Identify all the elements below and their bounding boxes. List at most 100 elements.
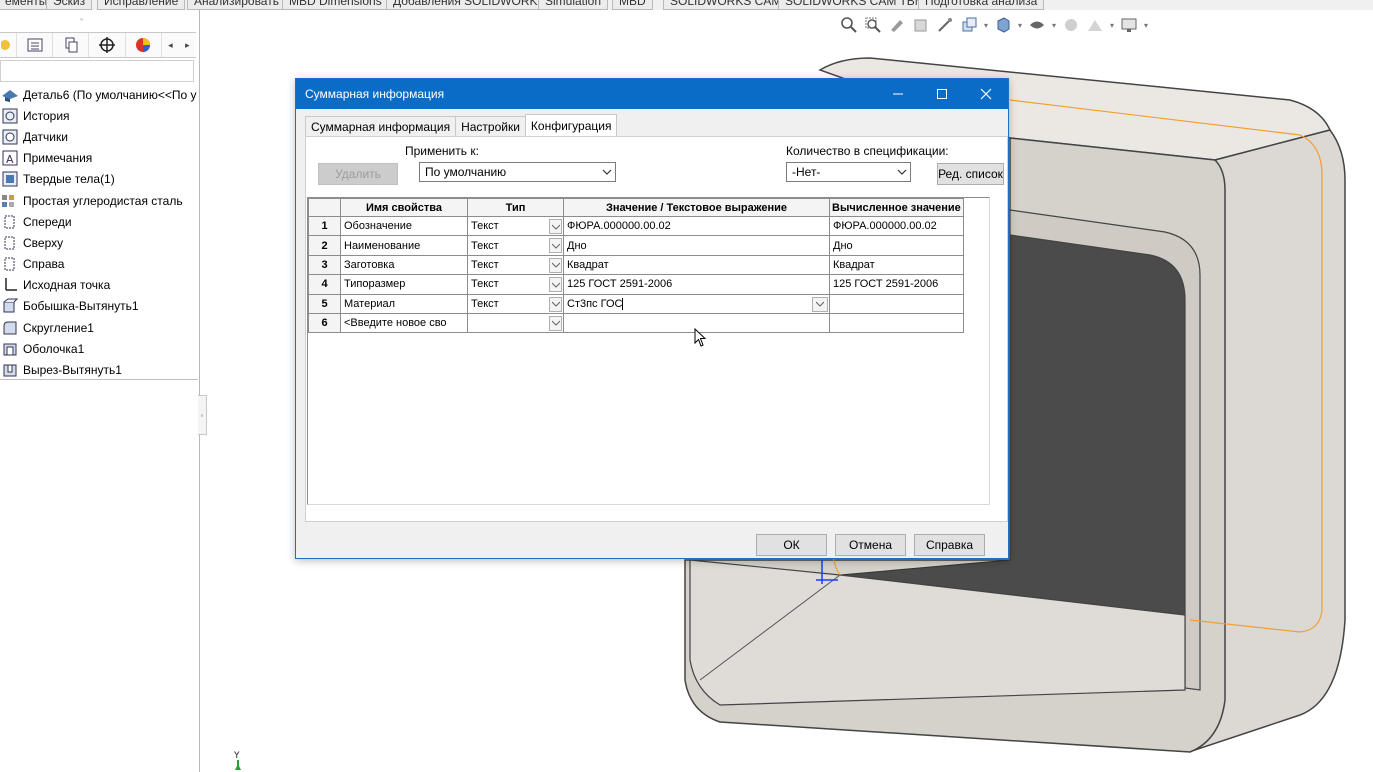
column-header[interactable]: Значение / Текстовое выражение [563,198,830,217]
dynamic-annotation-icon[interactable] [934,14,956,36]
dialog-title-bar[interactable]: Суммарная информация [296,79,1008,109]
configuration-manager-tab-icon[interactable] [53,33,90,57]
chevron-down-icon[interactable] [549,277,562,293]
tree-item-origin[interactable]: Исходная точка [0,275,198,296]
chevron-down-icon[interactable]: ▾ [1108,14,1116,36]
property-type-cell[interactable]: Текст [467,293,564,314]
ribbon-tab[interactable]: MBD [612,0,653,10]
tree-item-history[interactable]: История [0,105,198,126]
row-number[interactable]: 3 [308,254,341,276]
value-edit-text[interactable]: Ст3пс ГОС [567,298,622,310]
panel-collapse-handle[interactable]: ◦ [198,395,207,435]
tree-item-boss-extrude[interactable]: Бобышка-Вытянуть1 [0,296,198,317]
property-manager-tab-icon[interactable] [17,33,54,57]
ok-button[interactable]: ОК [756,534,827,556]
ribbon-tab[interactable]: Добавления SOLIDWORKS [386,0,553,10]
row-number[interactable]: 1 [308,215,341,237]
tab-scroll-right-icon[interactable]: ▸ [179,33,196,57]
ribbon-tab[interactable]: SOLIDWORKS CAM [663,0,789,10]
maximize-button[interactable] [920,79,964,109]
row-number[interactable]: 6 [308,312,341,334]
tree-item-sensors[interactable]: Датчики [0,126,198,147]
panel-grip-icon[interactable]: ◦ [80,14,83,24]
tab-configuration[interactable]: Конфигурация [524,114,618,136]
minimize-button[interactable] [876,79,920,109]
ribbon-tab[interactable]: Подготовка анализа [918,0,1045,10]
property-name-cell[interactable]: Наименование [340,235,468,256]
property-value-cell[interactable]: Квадрат [563,254,830,276]
chevron-down-icon[interactable] [549,238,562,254]
tab-scroll-left-icon[interactable]: ◂ [162,33,179,57]
display-style-icon[interactable] [992,14,1014,36]
display-manager-tab-icon[interactable] [126,33,162,57]
property-type-cell[interactable] [467,312,564,334]
tree-item-front-plane[interactable]: Спереди [0,211,198,232]
property-type-cell[interactable]: Текст [467,235,564,256]
previous-view-icon[interactable] [886,14,908,36]
row-number[interactable]: 4 [308,274,341,295]
ribbon-tab[interactable]: Анализировать [187,0,286,10]
cancel-button[interactable]: Отмена [835,534,906,556]
tree-item-top-plane[interactable]: Сверху [0,232,198,253]
ribbon-tab[interactable]: Исправление [97,0,186,10]
ribbon-tab[interactable]: SOLIDWORKS CAM TBM [778,0,932,10]
tab-summary[interactable]: Суммарная информация [305,116,457,137]
property-name-cell[interactable]: Обозначение [340,215,468,237]
ribbon-tab[interactable]: Эскиз [46,0,93,10]
tree-item-shell[interactable]: Оболочка1 [0,338,198,359]
zoom-to-area-icon[interactable] [862,14,884,36]
chevron-down-icon[interactable] [812,296,828,312]
tree-item-fillet[interactable]: Скругление1 [0,317,198,338]
help-button[interactable]: Справка [914,534,985,556]
feature-tree-filter[interactable] [0,60,194,82]
tab-custom[interactable]: Настройки [455,116,526,137]
apply-scene-icon[interactable] [1084,14,1106,36]
tree-item-annotations[interactable]: A Примечания [0,148,198,169]
row-number[interactable]: 5 [308,293,341,314]
chevron-down-icon[interactable] [549,296,562,312]
property-value-cell[interactable]: Дно [563,235,830,256]
property-value-cell[interactable]: ФЮРА.000000.00.02 [563,215,830,237]
ribbon-tab[interactable]: MBD Dimensions [282,0,389,10]
column-header[interactable]: Тип [467,198,564,217]
property-name-cell[interactable]: Заготовка [340,254,468,276]
bom-quantity-select[interactable]: -Нет- [786,162,911,182]
chevron-down-icon[interactable] [549,315,562,331]
tree-item-part[interactable]: Деталь6 (По умолчанию<<По у [0,84,198,105]
property-value-cell[interactable]: 125 ГОСТ 2591-2006 [563,274,830,295]
row-number[interactable]: 2 [308,235,341,256]
hide-show-items-icon[interactable] [1026,14,1048,36]
tree-item-right-plane[interactable]: Справа [0,254,198,275]
chevron-down-icon[interactable]: ▾ [1050,14,1058,36]
property-type-cell[interactable]: Текст [467,254,564,276]
section-view-icon[interactable] [910,14,932,36]
chevron-down-icon[interactable]: ▾ [1016,14,1024,36]
property-type-cell[interactable]: Текст [467,215,564,237]
property-name-cell[interactable]: Типоразмер [340,274,468,295]
column-header[interactable]: Имя свойства [340,198,468,217]
column-header[interactable]: Вычисленное значение [829,198,964,217]
tree-item-solid-bodies[interactable]: Твердые тела(1) [0,169,198,190]
zoom-to-fit-icon[interactable] [838,14,860,36]
dimxpert-manager-tab-icon[interactable] [89,33,126,57]
view-settings-icon[interactable] [1118,14,1140,36]
property-type-cell[interactable]: Текст [467,274,564,295]
tree-item-material[interactable]: Простая углеродистая сталь [0,190,198,211]
chevron-down-icon[interactable]: ▾ [982,14,990,36]
chevron-down-icon[interactable] [549,219,562,234]
new-property-cell[interactable]: <Введите новое сво [340,312,468,334]
delete-button[interactable]: Удалить [318,163,398,185]
property-name-cell[interactable]: Материал [340,293,468,314]
chevron-down-icon[interactable]: ▾ [1142,14,1150,36]
tree-item-cut-extrude[interactable]: Вырез-Вытянуть1 [0,359,198,380]
view-orientation-icon[interactable] [958,14,980,36]
feature-manager-tab-icon[interactable] [0,33,18,57]
close-button[interactable] [964,79,1008,109]
apply-to-select[interactable]: По умолчанию [419,162,616,182]
edit-list-button[interactable]: Ред. список [937,163,1004,185]
tree-divider [0,379,198,380]
edit-appearance-icon[interactable] [1060,14,1082,36]
ribbon-tab[interactable]: Simulation [538,0,609,10]
chevron-down-icon[interactable] [549,257,562,273]
property-value-cell-editing[interactable]: Ст3пс ГОС [563,293,830,314]
